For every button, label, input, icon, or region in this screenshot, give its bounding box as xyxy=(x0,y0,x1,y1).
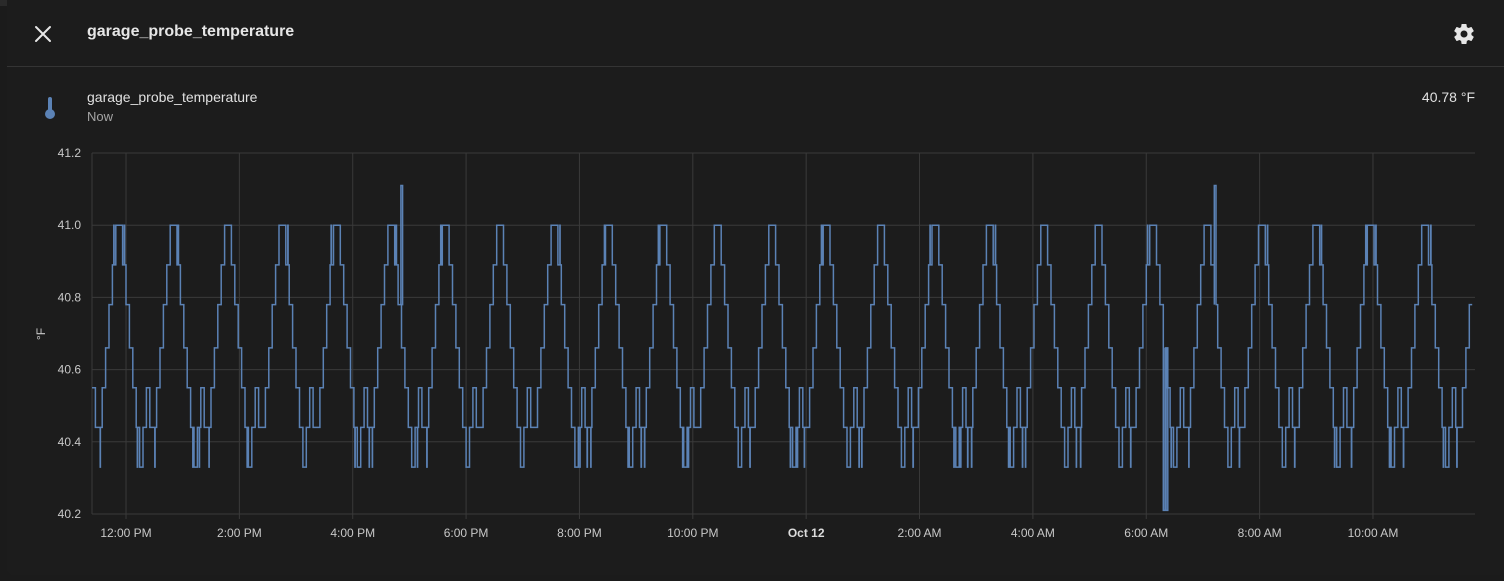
x-tick-label: 6:00 AM xyxy=(1124,526,1168,540)
x-tick-label: 8:00 AM xyxy=(1238,526,1282,540)
history-chart[interactable]: 40.2 40.4 40.6 40.8 41.0 41.2 12:00 PM 2:00 PM… xyxy=(0,0,1504,560)
y-tick-label: 40.2 xyxy=(58,507,82,521)
x-tick-label: 12:00 PM xyxy=(100,526,151,540)
x-tick-label: 8:00 PM xyxy=(557,526,602,540)
y-axis-ticks: 40.2 40.4 40.6 40.8 41.0 41.2 xyxy=(58,146,82,521)
y-axis-label: °F xyxy=(34,328,48,340)
y-tick-label: 40.8 xyxy=(58,290,82,304)
x-tick-label: 10:00 PM xyxy=(667,526,718,540)
temperature-series-line xyxy=(92,184,1473,512)
x-tick-label: 6:00 PM xyxy=(444,526,489,540)
x-tick-label: 2:00 PM xyxy=(217,526,262,540)
y-tick-label: 41.0 xyxy=(58,218,82,232)
y-tick-label: 40.6 xyxy=(58,363,82,377)
x-tick-label: 4:00 PM xyxy=(330,526,375,540)
y-tick-label: 40.4 xyxy=(58,435,82,449)
x-tick-label: Oct 12 xyxy=(788,526,825,540)
y-tick-label: 41.2 xyxy=(58,146,82,160)
x-tick-label: 2:00 AM xyxy=(898,526,942,540)
chart-series xyxy=(92,184,1473,512)
x-axis-ticks: 12:00 PM 2:00 PM 4:00 PM 6:00 PM 8:00 PM 10:0… xyxy=(100,526,1398,540)
x-tick-label: 10:00 AM xyxy=(1348,526,1399,540)
x-tick-label: 4:00 AM xyxy=(1011,526,1055,540)
chart-grid xyxy=(91,152,1475,519)
